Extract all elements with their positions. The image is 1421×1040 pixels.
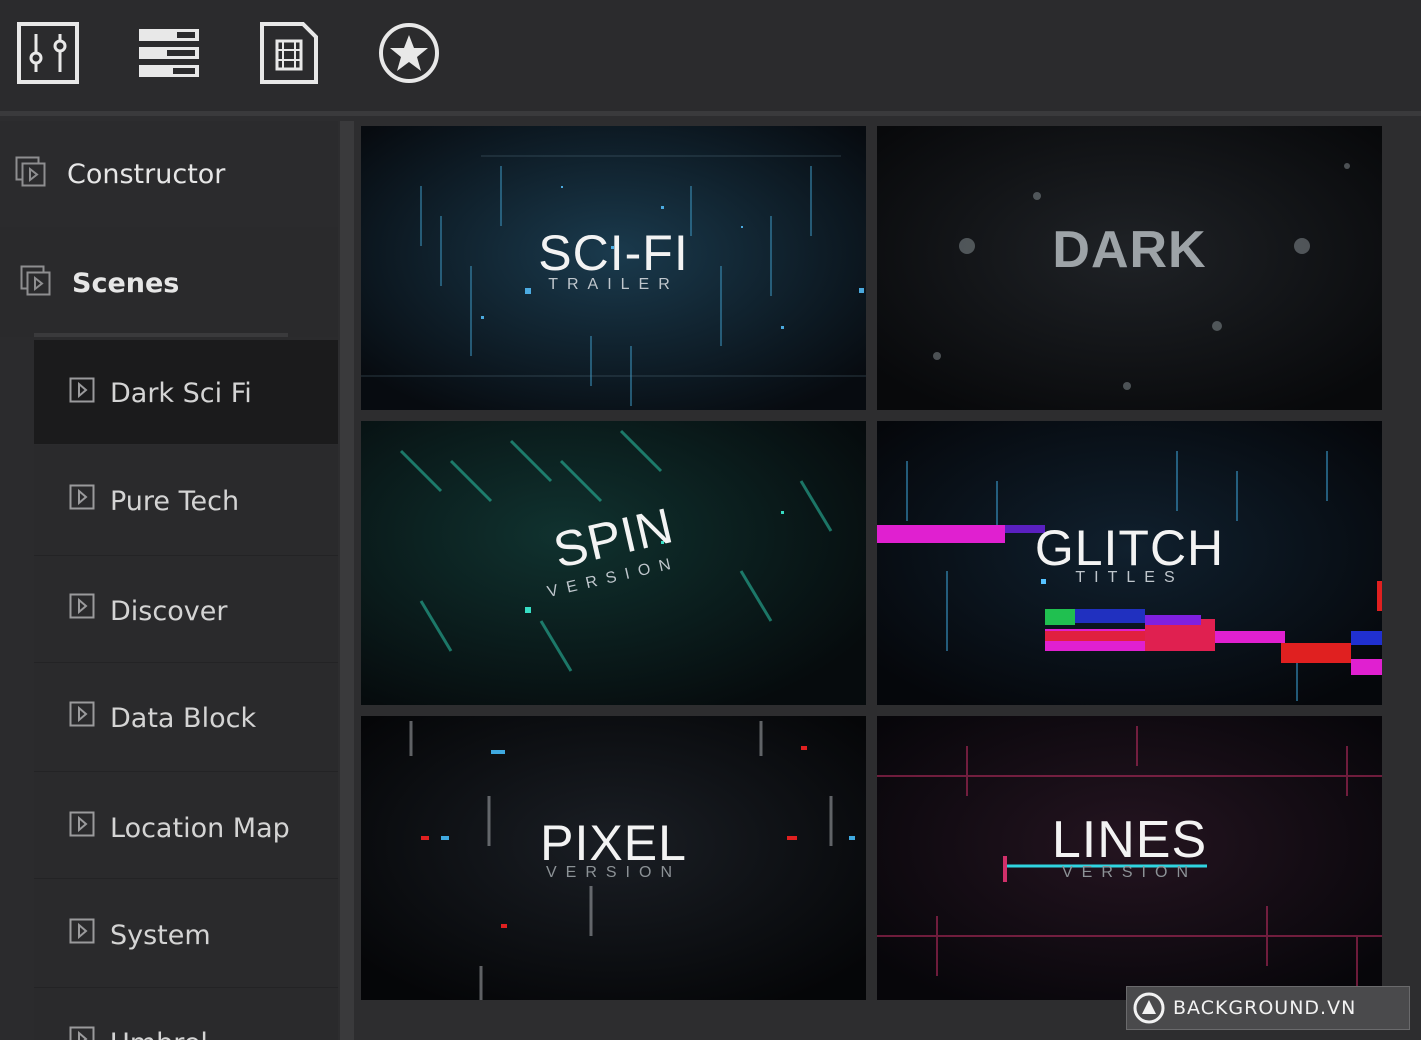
watermark-badge: BACKGROUND.VN bbox=[1126, 986, 1410, 1030]
play-box-icon bbox=[69, 811, 95, 837]
play-box-icon bbox=[69, 1026, 95, 1040]
scene-label: Data Block bbox=[110, 703, 257, 734]
watermark-text: BACKGROUND.VN bbox=[1173, 997, 1357, 1019]
sliders-icon bbox=[17, 22, 79, 84]
logo-icon bbox=[1133, 992, 1165, 1024]
scene-item-discover[interactable]: Discover bbox=[34, 556, 338, 662]
favorites-button[interactable] bbox=[377, 21, 441, 85]
play-box-icon bbox=[69, 701, 95, 727]
section-constructor[interactable]: Constructor bbox=[0, 121, 338, 225]
list-icon bbox=[139, 29, 199, 77]
section-label-scenes: Scenes bbox=[72, 268, 180, 299]
panel-splitter[interactable] bbox=[340, 121, 354, 1040]
scene-card-spin[interactable]: SPIN VERSION bbox=[361, 421, 866, 705]
scene-title: SCI-FI bbox=[538, 225, 689, 281]
scene-card-lines[interactable]: LINES VERSION bbox=[877, 716, 1382, 1000]
play-box-icon bbox=[69, 918, 95, 944]
section-divider bbox=[34, 333, 288, 337]
film-icon bbox=[260, 22, 318, 84]
scene-item-location-map[interactable]: Location Map bbox=[34, 772, 338, 878]
scene-item-data-block[interactable]: Data Block bbox=[34, 663, 338, 771]
scene-label: Discover bbox=[110, 596, 228, 627]
scene-subtitle: TITLES bbox=[1075, 569, 1184, 586]
section-scenes[interactable]: Scenes bbox=[0, 227, 338, 337]
scene-subtitle: VERSION bbox=[545, 864, 681, 881]
scene-label: Pure Tech bbox=[110, 486, 240, 517]
scene-label: Umbrel bbox=[110, 1028, 208, 1040]
scene-card-sci-fi[interactable]: SCI-FI TRAILER bbox=[361, 126, 866, 410]
scene-card-pixel[interactable]: PIXEL VERSION bbox=[361, 716, 866, 1000]
list-button[interactable] bbox=[137, 21, 201, 85]
star-icon bbox=[379, 23, 439, 83]
scene-label: Location Map bbox=[110, 813, 290, 844]
scene-item-pure-tech[interactable]: Pure Tech bbox=[34, 445, 338, 555]
scene-title: LINES bbox=[1051, 811, 1208, 869]
scene-card-dark[interactable]: DARK bbox=[877, 126, 1382, 410]
scene-grid: SCI-FI TRAILER DARK SPIN VERSION GLITCH … bbox=[354, 121, 1421, 1040]
sidebar: Constructor Scenes Dark Sci Fi Pure Tech… bbox=[0, 121, 338, 1040]
scene-item-umbrel[interactable]: Umbrel bbox=[34, 988, 338, 1040]
scene-subtitle: VERSION bbox=[1061, 864, 1197, 881]
film-button[interactable] bbox=[257, 21, 321, 85]
scene-card-glitch[interactable]: GLITCH TITLES bbox=[877, 421, 1382, 705]
scene-title: DARK bbox=[1052, 221, 1207, 279]
scene-label: Dark Sci Fi bbox=[110, 378, 252, 409]
window-icon bbox=[20, 265, 51, 296]
scene-label: System bbox=[110, 920, 211, 951]
scene-item-dark-sci-fi[interactable]: Dark Sci Fi bbox=[34, 340, 338, 444]
play-box-icon bbox=[69, 484, 95, 510]
scene-item-system[interactable]: System bbox=[34, 879, 338, 987]
scene-subtitle: TRAILER bbox=[548, 276, 679, 293]
section-label-constructor: Constructor bbox=[67, 159, 226, 190]
play-box-icon bbox=[69, 593, 95, 619]
toolbar bbox=[0, 0, 1421, 116]
sliders-button[interactable] bbox=[16, 21, 80, 85]
window-icon bbox=[15, 156, 46, 187]
play-box-icon bbox=[69, 377, 95, 403]
